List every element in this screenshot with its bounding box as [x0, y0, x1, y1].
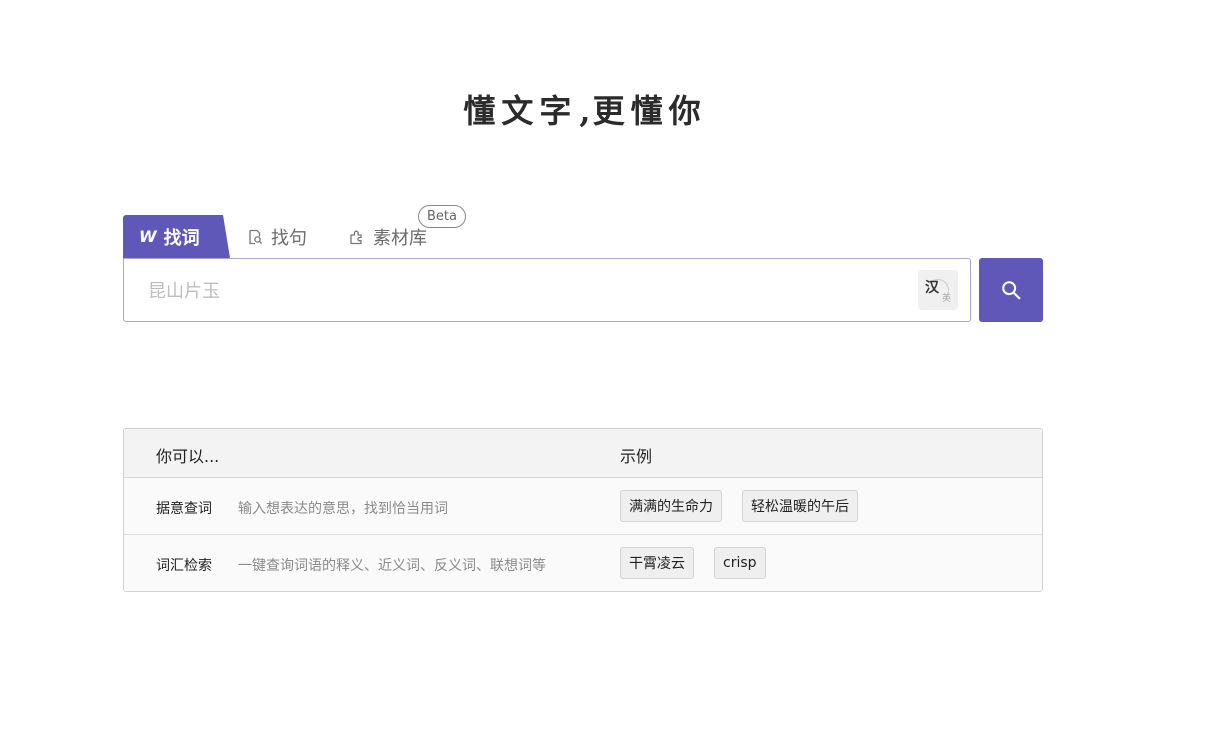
tab-find-word-label: 找词 — [163, 227, 200, 249]
example-chip[interactable]: 干霄凌云 — [620, 547, 694, 579]
tab-find-sentence[interactable]: 找句 — [247, 215, 307, 258]
slogan: 懂文字,更懂你 — [0, 86, 1170, 132]
feature-name: 据意查词 — [156, 501, 212, 517]
header-examples: 示例 — [620, 447, 653, 466]
beta-badge: Beta — [418, 205, 466, 228]
feature-help-table: 你可以... 示例 据意查词 输入想表达的意思，找到恰当用词 满满的生命力 轻松… — [123, 428, 1043, 592]
feature-name: 词汇检索 — [156, 558, 212, 574]
language-primary: 汉 — [925, 280, 939, 296]
slogan-right: 更懂你 — [592, 92, 707, 130]
tab-find-sentence-label: 找句 — [271, 227, 307, 249]
search-icon — [1002, 281, 1021, 300]
table-row: 词汇检索 一键查询词语的释义、近义词、反义词、联想词等 干霄凌云 crisp — [124, 535, 1042, 591]
search-box: 汉 英 — [123, 258, 971, 322]
puzzle-icon — [350, 230, 362, 244]
search-button[interactable] — [979, 258, 1043, 322]
tab-find-word[interactable]: W 找词 — [123, 215, 230, 258]
example-chip[interactable]: crisp — [714, 547, 766, 579]
table-header: 你可以... 示例 — [124, 429, 1042, 478]
tab-material-library[interactable]: 素材库 — [349, 215, 427, 258]
feature-description: 输入想表达的意思，找到恰当用词 — [238, 501, 448, 517]
example-chip[interactable]: 轻松温暖的午后 — [742, 490, 858, 522]
table-row: 据意查词 输入想表达的意思，找到恰当用词 满满的生命力 轻松温暖的午后 — [124, 478, 1042, 535]
search-tabs: W 找词 找句 素材库 — [123, 215, 623, 258]
language-secondary: 英 — [941, 294, 951, 304]
feature-description: 一键查询词语的释义、近义词、反义词、联想词等 — [238, 558, 546, 574]
search-input[interactable] — [148, 273, 908, 309]
document-search-icon — [249, 229, 263, 244]
header-you-can: 你可以... — [156, 447, 220, 466]
language-toggle-button[interactable]: 汉 英 — [918, 270, 958, 310]
wq-logo-icon: W — [139, 227, 157, 246]
tab-material-library-label: 素材库 — [373, 227, 427, 249]
slogan-left: 懂文字 — [463, 92, 578, 130]
slogan-separator: , — [579, 92, 591, 130]
example-chip[interactable]: 满满的生命力 — [620, 490, 722, 522]
